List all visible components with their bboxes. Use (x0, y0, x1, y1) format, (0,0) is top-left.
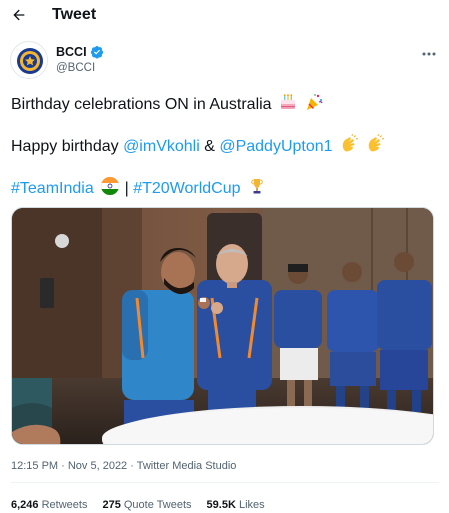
hashtag-teamindia[interactable]: #TeamIndia (11, 180, 94, 197)
likes-stat[interactable]: 59.5K Likes (207, 498, 265, 512)
retweets-label: Retweets (41, 499, 88, 511)
trophy-icon (247, 176, 267, 196)
retweets-count: 6,246 (11, 499, 39, 511)
birthday-cake-icon (278, 92, 298, 112)
mention-imvkohli[interactable]: @imVkohli (123, 138, 200, 155)
clapping-hands-icon (339, 134, 359, 154)
top-bar: Tweet (0, 0, 449, 30)
greeting-text: Happy birthday (11, 138, 124, 155)
likes-count: 59.5K (206, 499, 236, 511)
author-handle: @BCCI (56, 62, 96, 74)
tweet-stats: 6,246 Retweets 275 Quote Tweets 59.5K Li… (11, 498, 265, 512)
hashtag-t20worldcup[interactable]: #T20WorldCup (133, 180, 240, 197)
likes-label: Likes (238, 499, 265, 511)
tweet-text: Birthday celebrations ON in Australia (11, 96, 272, 113)
tweet-photo[interactable] (11, 207, 434, 445)
verified-badge-icon (90, 45, 104, 59)
back-arrow-icon[interactable] (9, 5, 29, 25)
more-options-icon[interactable] (418, 45, 440, 63)
india-flag-icon (100, 176, 120, 196)
tweet-text-line-2: Happy birthday @imVkohli & @PaddyUpton1 (11, 134, 385, 157)
quotes-label: Quote Tweets (123, 499, 192, 511)
page-title: Tweet (52, 6, 97, 23)
mention-paddyupton1[interactable]: @PaddyUpton1 (219, 138, 332, 155)
tweet-author: BCCI @BCCI (10, 41, 440, 81)
party-popper-icon (304, 92, 324, 112)
avatar[interactable] (10, 41, 48, 79)
divider (11, 482, 439, 483)
name-row: BCCI (56, 44, 104, 60)
separator-text: | (120, 180, 134, 197)
tweet-text-line-1: Birthday celebrations ON in Australia (11, 92, 324, 115)
tweet-timestamp[interactable]: 12:15 PM · Nov 5, 2022 · Twitter Media S… (11, 459, 236, 473)
display-name[interactable]: BCCI (56, 44, 87, 60)
clapping-hands-icon (365, 134, 385, 154)
retweets-stat[interactable]: 6,246 Retweets (11, 498, 87, 512)
quotes-count: 275 (102, 499, 121, 511)
quote-tweets-stat[interactable]: 275 Quote Tweets (102, 498, 191, 512)
tweet-text-line-3: #TeamIndia | #T20WorldCup (11, 176, 267, 199)
ampersand-text: & (199, 138, 220, 155)
